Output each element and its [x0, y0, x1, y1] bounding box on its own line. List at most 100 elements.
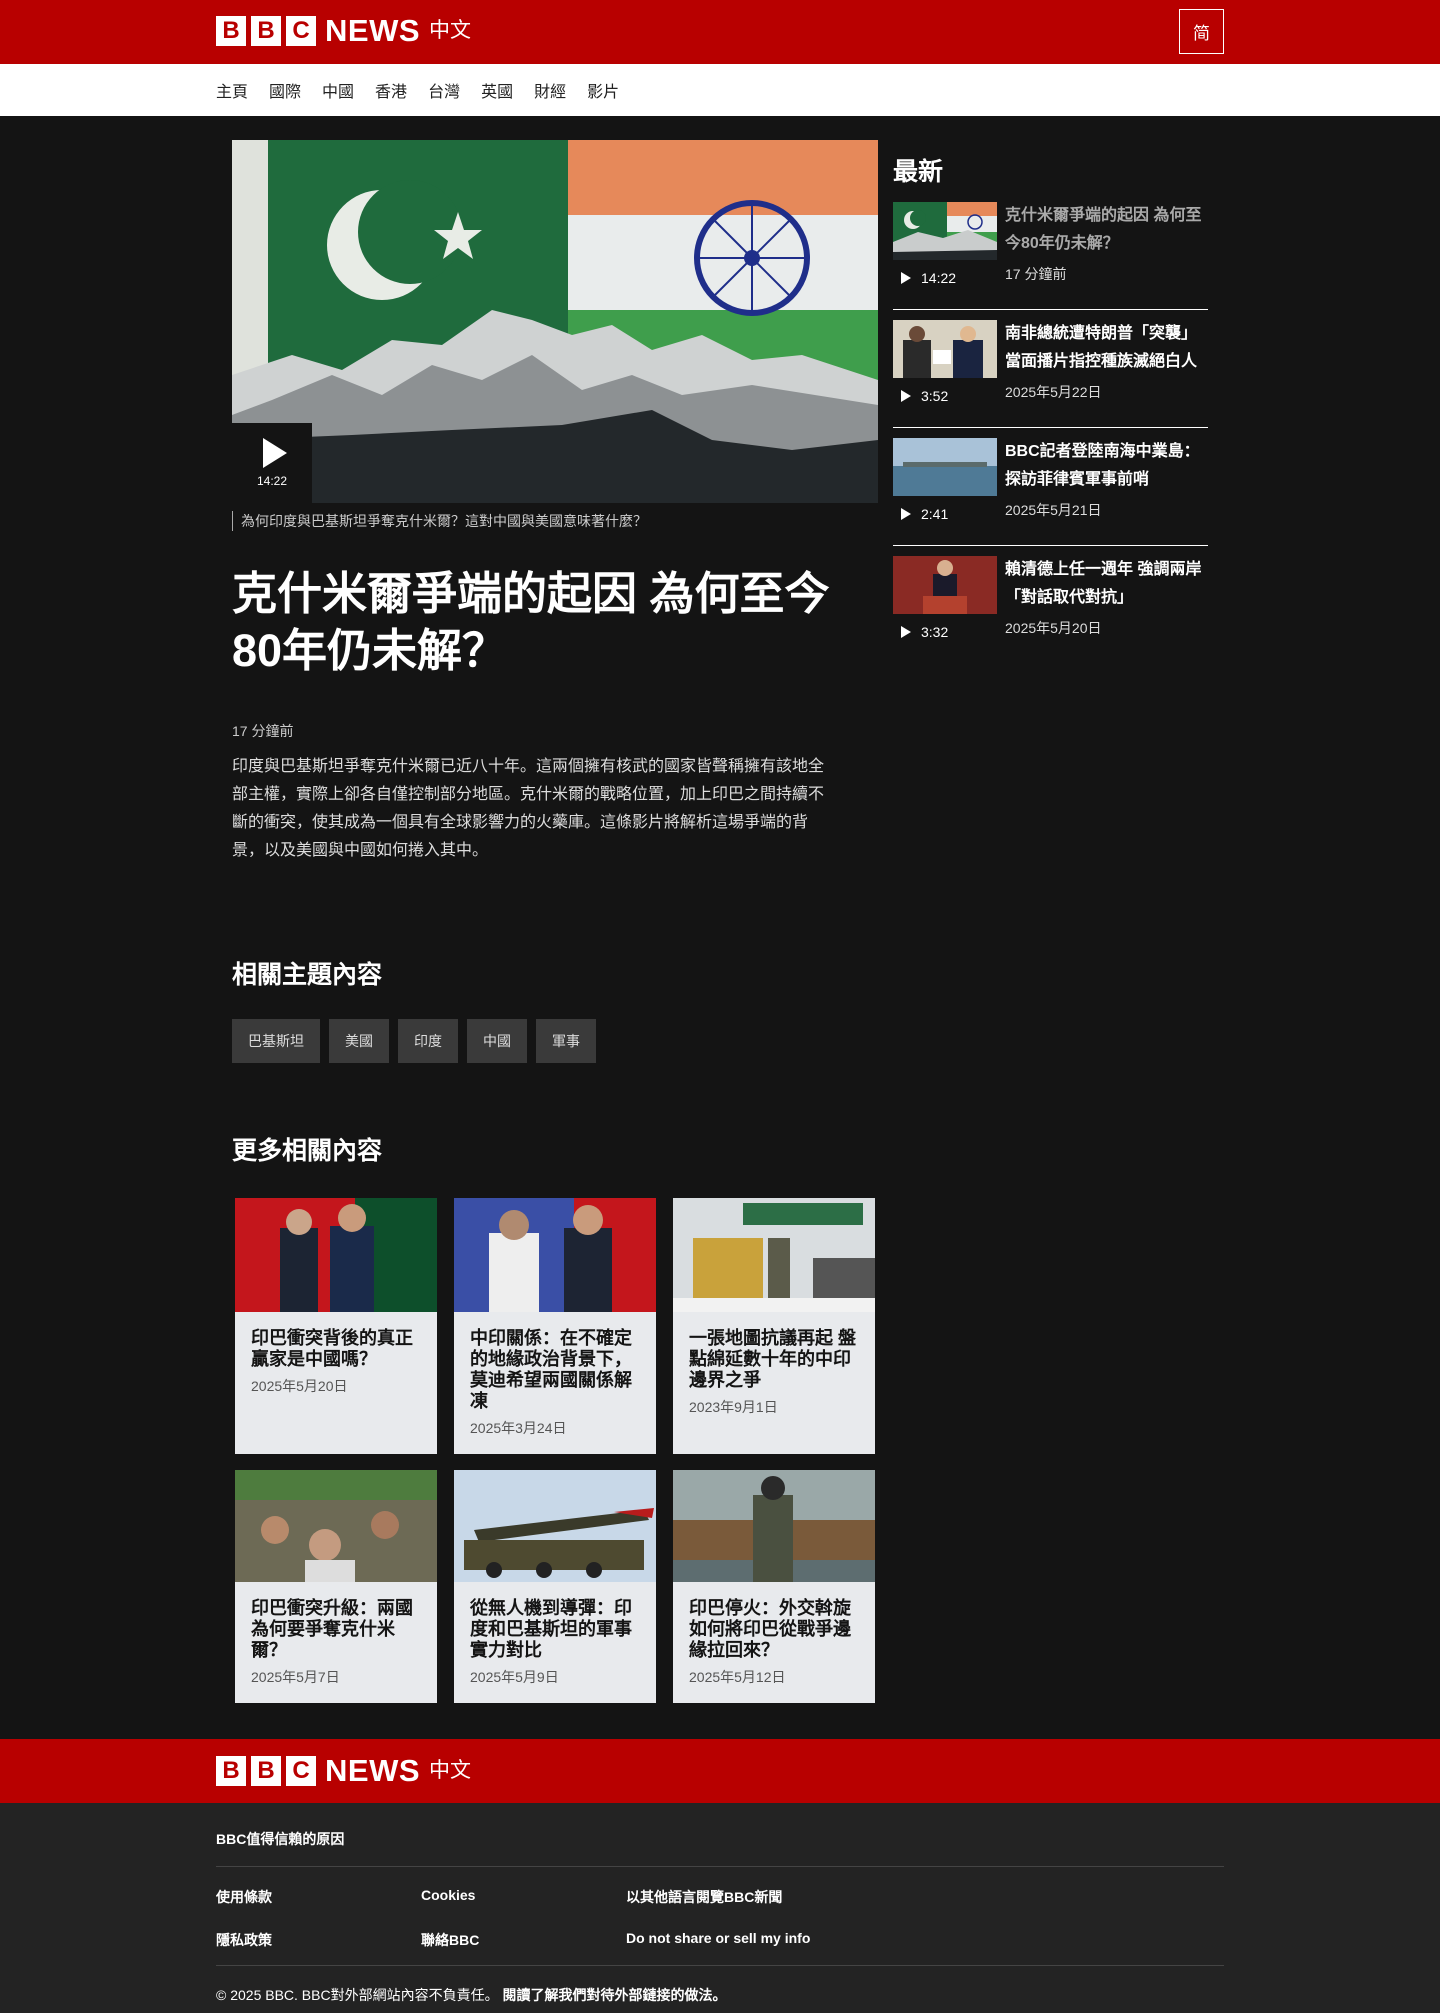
latest-item[interactable]: 3:52 南非總統遭特朗普「突襲」 當面播片指控種族滅絕白人 2025年5月22…: [893, 320, 1208, 428]
footer-cookies-link[interactable]: Cookies: [421, 1887, 626, 1907]
latest-item-title: BBC記者登陸南海中業島：探訪菲律賓軍事前哨: [1005, 443, 1200, 488]
site-footer: BBC值得信賴的原因 使用條款 Cookies 以其他語言閱覽BBC新聞 隱私政…: [0, 1803, 1440, 2013]
card-title: 印巴衝突升級：兩國為何要爭奪克什米爾？: [251, 1598, 413, 1660]
latest-sidebar: 最新 14:22 克什米爾爭端的起因 為何至今80年仍未解？ 17 分鐘前 3:…: [893, 152, 1208, 674]
nav-hongkong[interactable]: 香港: [375, 78, 407, 102]
card-image: [235, 1198, 437, 1312]
card-image: [235, 1470, 437, 1582]
card-title: 印巴衝突背後的真正贏家是中國嗎？: [251, 1328, 413, 1369]
footer-privacy-link[interactable]: 隱私政策: [216, 1930, 421, 1950]
tag-pakistan[interactable]: 巴基斯坦: [232, 1019, 320, 1063]
logo-news: NEWS: [325, 1753, 420, 1788]
video-caption: 為何印度與巴基斯坦爭奪克什米爾？這對中國與美國意味著什麼？: [232, 511, 878, 531]
play-icon: [901, 390, 911, 402]
related-card[interactable]: 中印關係：在不確定的地緣政治背景下，莫迪希望兩國關係解凍 2025年3月24日: [454, 1198, 656, 1454]
play-icon: [901, 626, 911, 638]
card-image: [454, 1198, 656, 1312]
bbc-block-b2: B: [251, 1756, 281, 1786]
card-image: [454, 1470, 656, 1582]
tag-usa[interactable]: 美國: [329, 1019, 389, 1063]
related-card[interactable]: 一張地圖抗議再起 盤點綿延數十年的中印邊界之爭 2023年9月1日: [673, 1198, 875, 1454]
card-date: 2023年9月1日: [689, 1399, 778, 1415]
play-icon: [901, 508, 911, 520]
simplified-chinese-toggle[interactable]: 简: [1179, 9, 1224, 54]
related-cards-grid: 印巴衝突背後的真正贏家是中國嗎？ 2025年5月20日 中印關係：在不確定的地緣…: [235, 1198, 875, 1703]
related-topics-title: 相關主題內容: [232, 961, 383, 989]
card-title: 一張地圖抗議再起 盤點綿延數十年的中印邊界之爭: [689, 1328, 857, 1390]
nav-china[interactable]: 中國: [322, 78, 354, 102]
latest-duration: 3:52: [921, 388, 949, 404]
external-links-policy-link[interactable]: 閱讀了解我們對待外部鏈接的做法。: [502, 1987, 726, 2003]
tag-military[interactable]: 軍事: [536, 1019, 596, 1063]
video-duration: 14:22: [256, 474, 288, 488]
footer-terms-link[interactable]: 使用條款: [216, 1887, 421, 1907]
footer-divider: [216, 1866, 1224, 1867]
bbc-block-b2: B: [251, 16, 281, 46]
footer-divider: [216, 1965, 1224, 1966]
copyright-text: © 2025 BBC. BBC對外部網站內容不負責任。: [216, 1987, 499, 2003]
video-thumbnail-flags-mountains: [232, 140, 878, 503]
card-image: [673, 1470, 875, 1582]
nav-uk[interactable]: 英國: [481, 78, 513, 102]
latest-duration: 3:32: [921, 624, 949, 640]
footer-bbc-news-logo[interactable]: B B C NEWS 中文: [216, 1753, 471, 1788]
bbc-block-c: C: [286, 16, 316, 46]
latest-item-date: 2025年5月22日: [1005, 384, 1102, 400]
latest-duration: 2:41: [921, 506, 949, 522]
latest-item-title: 賴清德上任一週年 強調兩岸「對話取代對抗」: [1005, 561, 1202, 606]
card-title: 從無人機到導彈：印度和巴基斯坦的軍事實力對比: [470, 1598, 632, 1660]
latest-item[interactable]: 2:41 BBC記者登陸南海中業島：探訪菲律賓軍事前哨 2025年5月21日: [893, 438, 1208, 546]
tag-china[interactable]: 中國: [467, 1019, 527, 1063]
top-banner: B B C NEWS 中文 简: [0, 0, 1440, 64]
latest-title: 最新: [893, 158, 944, 186]
logo-lang: 中文: [429, 1759, 471, 1782]
video-player[interactable]: 14:22: [232, 140, 878, 503]
video-play-button[interactable]: 14:22: [232, 423, 312, 503]
latest-item-title: 克什米爾爭端的起因 為何至今80年仍未解？: [1005, 207, 1202, 252]
latest-item-date: 2025年5月20日: [1005, 620, 1102, 636]
nav-taiwan[interactable]: 台灣: [428, 78, 460, 102]
latest-duration: 14:22: [921, 270, 957, 286]
topic-tags: 巴基斯坦 美國 印度 中國 軍事: [232, 1019, 596, 1063]
footer-other-languages-link[interactable]: 以其他語言閱覽BBC新聞: [626, 1887, 926, 1907]
nav-business[interactable]: 財經: [534, 78, 566, 102]
related-card[interactable]: 印巴停火：外交斡旋如何將印巴從戰爭邊緣拉回來？ 2025年5月12日: [673, 1470, 875, 1703]
tag-india[interactable]: 印度: [398, 1019, 458, 1063]
latest-item-date: 17 分鐘前: [1005, 266, 1067, 282]
nav-home[interactable]: 主頁: [216, 78, 248, 102]
nav-video[interactable]: 影片: [587, 78, 619, 102]
card-date: 2025年3月24日: [470, 1420, 567, 1436]
nav-international[interactable]: 國際: [269, 78, 301, 102]
footer-do-not-sell-link[interactable]: Do not share or sell my info: [626, 1930, 926, 1950]
card-image: [673, 1198, 875, 1312]
bbc-blocks: B B C: [216, 1756, 316, 1786]
latest-thumbnail: [893, 556, 997, 614]
footer-links: 使用條款 Cookies 以其他語言閱覽BBC新聞 隱私政策 聯絡BBC Do …: [216, 1887, 926, 1950]
footer-copyright: © 2025 BBC. BBC對外部網站內容不負責任。 閱讀了解我們對待外部鏈接…: [216, 1985, 726, 2005]
card-date: 2025年5月7日: [251, 1669, 340, 1685]
bbc-block-c: C: [286, 1756, 316, 1786]
logo-lang: 中文: [429, 19, 471, 42]
more-related-title: 更多相關內容: [232, 1137, 383, 1165]
play-icon: [263, 438, 287, 468]
related-card[interactable]: 印巴衝突背後的真正贏家是中國嗎？ 2025年5月20日: [235, 1198, 437, 1454]
related-card[interactable]: 印巴衝突升級：兩國為何要爭奪克什米爾？ 2025年5月7日: [235, 1470, 437, 1703]
latest-item-date: 2025年5月21日: [1005, 502, 1102, 518]
article-timestamp: 17 分鐘前: [232, 723, 294, 739]
bbc-blocks: B B C: [216, 16, 316, 46]
latest-item[interactable]: 14:22 克什米爾爭端的起因 為何至今80年仍未解？ 17 分鐘前: [893, 202, 1208, 310]
card-title: 印巴停火：外交斡旋如何將印巴從戰爭邊緣拉回來？: [689, 1598, 851, 1660]
latest-thumbnail: [893, 438, 997, 496]
footer-trust-link[interactable]: BBC值得信賴的原因: [216, 1829, 344, 1849]
related-card[interactable]: 從無人機到導彈：印度和巴基斯坦的軍事實力對比 2025年5月9日: [454, 1470, 656, 1703]
latest-item[interactable]: 3:32 賴清德上任一週年 強調兩岸「對話取代對抗」 2025年5月20日: [893, 556, 1208, 664]
latest-thumbnail: [893, 202, 997, 260]
bbc-block-b1: B: [216, 16, 246, 46]
main-article: 14:22 為何印度與巴基斯坦爭奪克什米爾？這對中國與美國意味著什麼？ 克什米爾…: [232, 140, 878, 865]
article-summary: 印度與巴基斯坦爭奪克什米爾已近八十年。這兩個擁有核武的國家皆聲稱擁有該地全部主權…: [232, 758, 825, 859]
latest-thumbnail: [893, 320, 997, 378]
footer-contact-link[interactable]: 聯絡BBC: [421, 1930, 626, 1950]
play-icon: [901, 272, 911, 284]
bbc-news-logo[interactable]: B B C NEWS 中文: [216, 13, 471, 48]
logo-news: NEWS: [325, 13, 420, 48]
